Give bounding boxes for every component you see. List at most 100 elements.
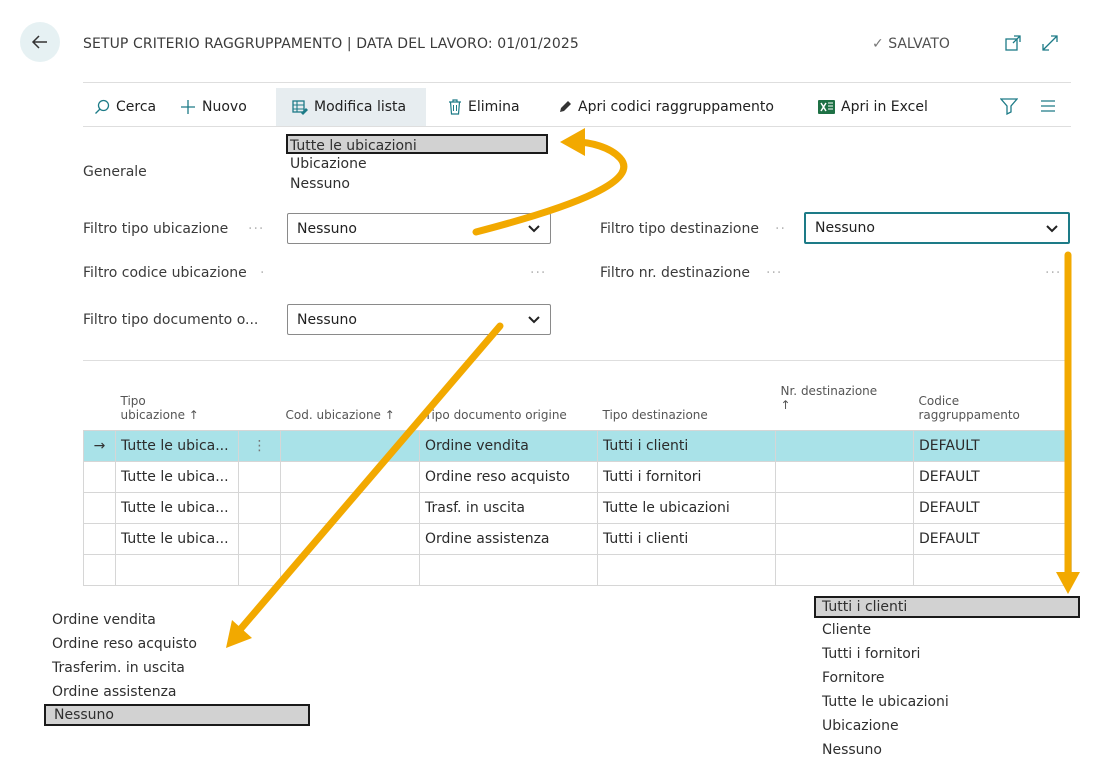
chevron-down-icon (528, 316, 540, 324)
cell-empty[interactable] (419, 553, 598, 586)
column-header-source-doc-type[interactable]: Tipo documento origine (420, 380, 598, 430)
destination-type-option[interactable]: Cliente (814, 618, 1080, 642)
destination-no-filter-lookup[interactable]: ··· (1045, 265, 1061, 281)
destination-type-filter-value: Nessuno (815, 220, 875, 236)
source-doc-type-option[interactable]: Ordine reso acquisto (44, 632, 310, 656)
field-dots: ··· (766, 265, 783, 281)
cell-source-doc-type[interactable]: Ordine reso acquisto (419, 460, 598, 493)
back-arrow-icon (31, 35, 47, 49)
cell-destination-no[interactable] (775, 460, 914, 493)
column-header-group-code[interactable]: Codice raggruppamento (914, 380, 1072, 430)
destination-no-filter-label: Filtro nr. destinazione (600, 265, 750, 281)
cell-destination-type[interactable]: Tutti i clienti (597, 522, 776, 555)
open-in-excel-button[interactable]: Apri in Excel (818, 88, 928, 126)
destination-type-option[interactable]: Nessuno (814, 738, 1080, 762)
cell-destination-no[interactable] (775, 522, 914, 555)
open-grouping-codes-button[interactable]: Apri codici raggruppamento (558, 88, 774, 126)
location-type-option[interactable]: Ubicazione (286, 154, 548, 174)
header-text: Tipo (120, 393, 146, 408)
list-view-icon[interactable] (1040, 98, 1056, 114)
destination-type-option[interactable]: Ubicazione (814, 714, 1080, 738)
destination-type-filter-select[interactable]: Nessuno (804, 212, 1070, 244)
cell-empty[interactable] (597, 553, 776, 586)
location-type-filter-label: Filtro tipo ubicazione (83, 221, 229, 237)
header-divider (83, 82, 1071, 83)
source-doc-type-filter-label: Filtro tipo documento o... (83, 312, 259, 328)
cell-group-code[interactable]: DEFAULT (913, 429, 1072, 462)
cell-empty[interactable] (913, 553, 1072, 586)
location-type-filter-select[interactable]: Nessuno (287, 213, 551, 244)
new-button[interactable]: Nuovo (180, 88, 247, 126)
source-doc-type-option[interactable]: Ordine vendita (44, 608, 310, 632)
cell-destination-no[interactable] (775, 429, 914, 462)
destination-type-option[interactable]: Tutti i fornitori (814, 642, 1080, 666)
cell-location-type[interactable]: Tutte le ubica... (115, 522, 239, 555)
cell-location-type[interactable]: Tutte le ubica... (115, 460, 239, 493)
cell-group-code[interactable]: DEFAULT (913, 491, 1072, 524)
location-type-option[interactable]: Tutte le ubicazioni (286, 134, 548, 154)
cell-location-code[interactable] (280, 491, 420, 524)
expand-icon[interactable] (1040, 33, 1060, 53)
page-title: SETUP CRITERIO RAGGRUPPAMENTO | DATA DEL… (83, 36, 579, 52)
row-indicator (83, 522, 116, 555)
location-type-option[interactable]: Nessuno (286, 174, 548, 194)
edit-list-button[interactable]: Modifica lista (276, 88, 426, 126)
cell-empty[interactable] (115, 553, 239, 586)
column-header-destination-type[interactable]: Tipo destinazione (598, 380, 776, 430)
header-text: Cod. ubicazione ↑ (285, 407, 395, 422)
cell-location-type[interactable]: Tutte le ubica... (115, 491, 239, 524)
row-actions-cell (238, 460, 281, 493)
table-row-new[interactable] (83, 553, 1072, 586)
cell-destination-type[interactable]: Tutti i clienti (597, 429, 776, 462)
open-grouping-codes-label: Apri codici raggruppamento (578, 99, 774, 115)
source-doc-type-option[interactable]: Ordine assistenza (44, 680, 310, 704)
search-button[interactable]: Cerca (94, 88, 156, 126)
cell-destination-type[interactable]: Tutte le ubicazioni (597, 491, 776, 524)
source-doc-type-option[interactable]: Nessuno (44, 704, 310, 726)
column-header-destination-no[interactable]: Nr. destinazione ↑ (776, 380, 914, 430)
destination-type-filter-label: Filtro tipo destinazione (600, 221, 759, 237)
cell-empty[interactable] (280, 553, 420, 586)
saved-status: ✓ SALVATO (872, 36, 950, 52)
cell-location-type[interactable]: Tutte le ubica... (115, 429, 239, 462)
general-section-label: Generale (83, 164, 147, 180)
location-code-filter-lookup[interactable]: ··· (530, 265, 546, 281)
table-row[interactable]: Tutte le ubica... Trasf. in uscita Tutte… (83, 491, 1072, 524)
back-button[interactable] (20, 22, 60, 62)
destination-type-option[interactable]: Tutte le ubicazioni (814, 690, 1080, 714)
cell-location-code[interactable] (280, 522, 420, 555)
cell-destination-type[interactable]: Tutti i fornitori (597, 460, 776, 493)
new-label: Nuovo (202, 99, 247, 115)
table-row[interactable]: Tutte le ubica... Ordine reso acquisto T… (83, 460, 1072, 493)
table-row[interactable]: Tutte le ubica... Ordine assistenza Tutt… (83, 522, 1072, 555)
destination-type-option[interactable]: Fornitore (814, 666, 1080, 690)
cell-location-code[interactable] (280, 460, 420, 493)
row-indicator (83, 491, 116, 524)
delete-button[interactable]: Elimina (448, 88, 520, 126)
open-new-window-icon[interactable] (1003, 33, 1023, 53)
source-doc-type-option[interactable]: Trasferim. in uscita (44, 656, 310, 680)
arrowhead (560, 128, 585, 156)
cell-empty[interactable] (775, 553, 914, 586)
cell-source-doc-type[interactable]: Trasf. in uscita (419, 491, 598, 524)
destination-type-option[interactable]: Tutti i clienti (814, 596, 1080, 618)
row-actions-icon[interactable]: ⋮ (238, 429, 281, 462)
column-header-location-code[interactable]: Cod. ubicazione ↑ (281, 380, 420, 430)
cell-location-code[interactable] (280, 429, 420, 462)
column-header-spacer (84, 380, 116, 430)
section-divider (83, 360, 1071, 361)
cell-source-doc-type[interactable]: Ordine assistenza (419, 522, 598, 555)
source-doc-type-filter-select[interactable]: Nessuno (287, 304, 551, 335)
cell-source-doc-type[interactable]: Ordine vendita (419, 429, 598, 462)
column-header-location-type[interactable]: Tipo ubicazione ↑ (116, 380, 239, 430)
filter-icon[interactable] (1000, 97, 1018, 115)
table-row[interactable]: → Tutte le ubica... ⋮ Ordine vendita Tut… (83, 429, 1072, 462)
cell-group-code[interactable]: DEFAULT (913, 522, 1072, 555)
row-actions-cell (238, 522, 281, 555)
cell-group-code[interactable]: DEFAULT (913, 460, 1072, 493)
header-text: Codice (918, 393, 960, 408)
cell-destination-no[interactable] (775, 491, 914, 524)
row-indicator (83, 553, 116, 586)
header-text: ↑ (780, 398, 791, 412)
location-type-dropdown-list: Tutte le ubicazioni Ubicazione Nessuno (286, 134, 548, 194)
